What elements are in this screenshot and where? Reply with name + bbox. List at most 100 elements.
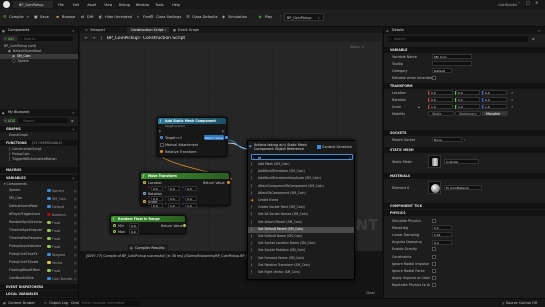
max-pin[interactable] [113,230,116,233]
vector-component-input[interactable]: 0.0 [185,195,197,201]
min-pin[interactable] [113,224,116,227]
menu-item-help[interactable]: Help [172,3,180,7]
scale-pin[interactable] [143,200,146,203]
element0-select[interactable]: M_CoinMaterial [444,185,482,190]
menu-item-file[interactable]: File [58,3,64,7]
clear-log-button[interactable]: Clear [366,291,375,295]
return-value-pill[interactable]: Return Value [204,135,224,140]
static-mesh-select[interactable]: Cylinder [444,159,479,164]
context-menu-item[interactable]: ƒ Get Default Name (SM_Coin) [248,234,354,240]
debug-object-select[interactable]: BP_CoinPickup ▾ [284,13,324,21]
details-search-input[interactable]: ⌕ Search [388,36,528,42]
details-vector-input[interactable]: 0.0 [429,97,453,102]
vector-component-input[interactable]: 0.0 [168,185,180,191]
play-button[interactable]: ▶ Play [258,13,277,21]
min-input[interactable]: 0.0 [129,223,139,228]
static-mesh-thumbnail[interactable] [428,155,441,168]
physics-checkbox[interactable] [432,247,436,252]
eye-icon[interactable]: ◎ [74,197,77,201]
menu-item-tools[interactable]: Tools [155,3,163,7]
eye-icon[interactable]: ◎ [74,261,77,265]
details-vector-input[interactable]: 1.0 [456,104,480,109]
eye-icon[interactable]: ◎ [74,213,77,217]
context-menu-item[interactable]: ƒ Get Default Parent (SM_Coin) [248,226,354,233]
rotation-pin[interactable] [143,192,146,195]
vector-component-input[interactable]: 0.0 [151,185,163,191]
eye-icon[interactable]: ◎ [74,229,77,233]
details-vector-input[interactable]: 1.0 [483,104,507,109]
menu-item-window[interactable]: Window [136,3,149,7]
variables-section[interactable]: VARIABLES [0,175,78,181]
physics-checkbox[interactable] [432,218,436,223]
local-variables-section[interactable]: LOCAL VARIABLES [0,291,78,297]
vector-component-input[interactable]: 0.0 [151,203,163,208]
target-pin[interactable] [160,136,163,139]
details-vector-input[interactable]: 0.0 [456,90,480,95]
variables-group-components[interactable]: ▾ Components [0,182,78,187]
eye-icon[interactable]: ◎ [74,205,77,209]
reset-arrow-icon[interactable]: ↺ [511,105,514,109]
menu-item-debug[interactable]: Debug [119,3,130,7]
vector-component-input[interactable]: 0.0 [185,185,197,191]
browse-button[interactable]: ▰ Browse [56,12,75,22]
context-menu-item[interactable]: ƒ AttachComponentToComponent (SM_Coin) [248,184,354,190]
compiler-results-tab[interactable]: ▤ Compiler Results ✕ [128,244,168,251]
class-defaults-button[interactable]: ☰ Class Defaults [186,12,218,22]
component-tick-section[interactable]: COMPONENT TICK [384,203,545,209]
material-thumbnail[interactable] [428,181,441,194]
physics-checkbox[interactable] [432,276,436,281]
eye-icon[interactable]: ◎ [74,277,77,281]
compile-button[interactable]: ⚙ Compile ▾ [3,12,29,22]
context-menu-item[interactable]: ƒ Get Socket Location Name (SM_Coin) [248,241,354,247]
context-menu-item[interactable]: ƒ Create Socket Point (SM_Coin) [248,205,354,211]
mybp-add-button[interactable]: + ADD [3,118,16,123]
details-settings-icon[interactable]: ⚙ [532,37,535,41]
vector-component-input[interactable]: 0.0 [168,195,180,201]
maximize-icon[interactable]: □ [526,1,530,5]
diff-button[interactable]: ⇄ Diff [81,12,93,22]
mybp-settings-icon[interactable]: ⚙ [71,119,74,123]
category-select[interactable]: Default [432,68,452,73]
close-my-blueprint-icon[interactable]: ✕ [72,111,75,115]
asset-tab[interactable]: BP_CoinPickup [13,1,53,8]
eye-icon[interactable]: ◎ [74,221,77,225]
max-input[interactable]: 0.0 [129,229,139,234]
details-vector-input[interactable]: 0.0 [456,97,480,102]
save-button[interactable]: ▣ Save [34,12,49,22]
materials-section[interactable]: MATERIALS [384,173,545,179]
details-vector-input[interactable]: 0.0 [483,97,507,102]
menu-item-asset[interactable]: Asset [87,3,96,7]
context-menu-item[interactable]: ƒ Get Socket Rotation (SM_Coin) [248,248,354,254]
close-icon[interactable]: ✕ [535,1,538,5]
clear-search-icon[interactable]: ✕ [349,156,352,160]
physics-checkbox[interactable] [432,268,436,273]
parent-socket-input[interactable]: None [432,137,462,142]
source-control-button[interactable]: ◍ Source Control Off [502,300,544,306]
find-button[interactable]: ⌕ Find [137,12,150,22]
macros-section[interactable]: MACROS [0,167,78,173]
mobility-option-static[interactable]: Static [428,111,454,116]
play-options-icon[interactable]: ⋮ [278,15,282,19]
context-sensitive-checkbox[interactable] [317,145,321,149]
minimize-icon[interactable]: – [518,1,520,5]
vector-component-input[interactable]: 1.0 [168,203,180,208]
menu-item-view[interactable]: View [104,3,112,7]
context-search-input[interactable]: ⌕ m ✕ [251,154,353,160]
class-settings-button[interactable]: ⚙ Class Settings [150,12,181,22]
output-log-button[interactable]: ▭ Output Log [44,300,68,306]
reset-arrow-icon[interactable]: ↺ [511,98,514,102]
reset-arrow-icon[interactable]: ↺ [511,91,514,95]
context-menu-item[interactable]: ƒ Get All Socket Names (SM_Coin) [248,212,354,218]
socket-search-icon[interactable]: ⌕ [464,138,466,142]
details-vector-input[interactable]: 0.0 [429,90,453,95]
context-menu-item[interactable]: ƒ AttachToComponent (SM_Coin) [248,191,354,197]
content-drawer-button[interactable]: ▤ Content Drawer [3,300,41,306]
graphs-section[interactable]: GRAPHS [0,126,78,132]
manual-attachment-checkbox[interactable] [160,143,164,147]
component-item-sphere[interactable]: ◯ Sphere [0,59,78,64]
action-context-menu[interactable]: ● Actions taking a(n) Static Mesh Compon… [247,140,356,280]
random-return-pin[interactable] [183,224,186,227]
context-menu-item[interactable]: ƒ Add Mesh (SM_Coin) [248,162,354,168]
exec-out-pin[interactable]: ▷ [222,129,224,133]
console-command-input[interactable]: Enter Console Command [80,300,140,306]
